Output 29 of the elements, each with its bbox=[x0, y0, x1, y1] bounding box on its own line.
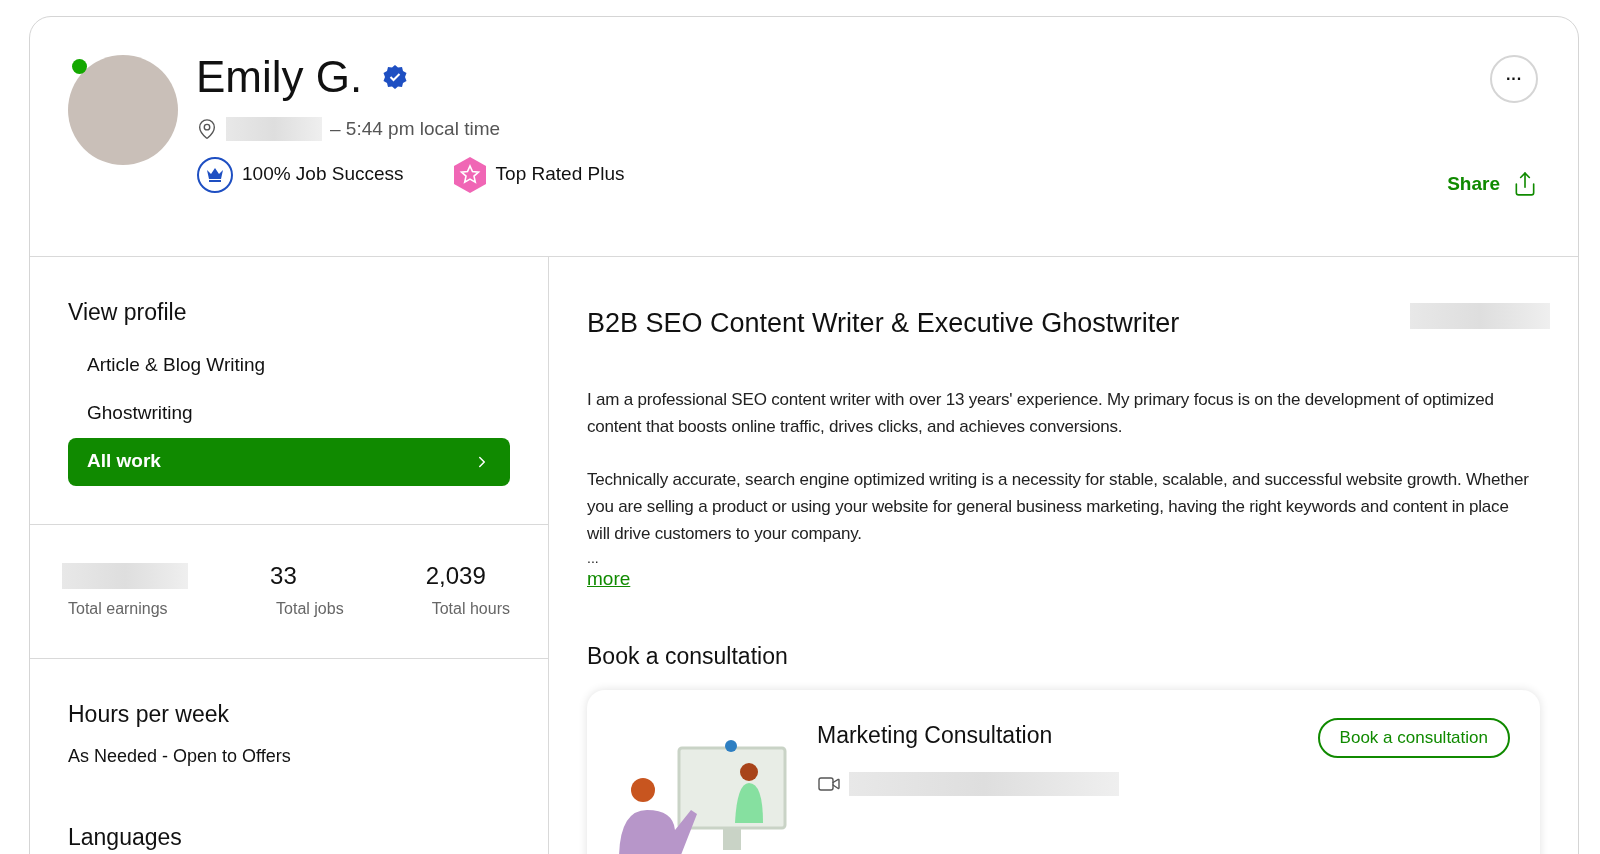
more-link[interactable]: more bbox=[587, 567, 631, 589]
badge-label: 100% Job Success bbox=[242, 162, 404, 187]
bio-paragraph: I am a professional SEO content writer with over 13 years' experience. My primary focus is on the development of optimized content that boosts online traffic, drives clicks, and achieves conversions. bbox=[587, 388, 1495, 438]
location-pin-icon bbox=[196, 118, 218, 141]
more-options-button[interactable]: ··· bbox=[1490, 55, 1538, 103]
book-consultation-button[interactable]: Book a consultation bbox=[1317, 717, 1510, 758]
stat-value: 33 bbox=[270, 562, 298, 589]
stat-value: 2,039 bbox=[425, 562, 487, 589]
profile-title: B2B SEO Content Writer & Executive Ghostwriter bbox=[587, 307, 1180, 340]
section-heading: Book a consultation bbox=[587, 642, 789, 671]
profile-name: Emily G. bbox=[196, 55, 363, 99]
share-button[interactable]: Share bbox=[1447, 169, 1538, 198]
stat-label: Total earnings bbox=[67, 598, 169, 619]
ellipsis-text: ... bbox=[587, 550, 600, 565]
sidebar-item[interactable]: Ghostwriting bbox=[68, 389, 510, 438]
bio-paragraph: Technically accurate, search engine optimized writing is a necessity for stable, scalable, and successful website growth. Whether you are selling a product or using your website for general business marketing, having the right keywords and content in place will drive customers to your company. bbox=[587, 468, 1530, 545]
consultation-title: Marketing Consultation bbox=[817, 720, 1054, 750]
sidebar-item[interactable]: Article & Blog Writing bbox=[68, 341, 510, 390]
section-heading: View profile bbox=[68, 298, 188, 327]
stat-label: Total hours bbox=[430, 598, 510, 619]
star-badge-icon bbox=[451, 155, 488, 194]
local-time: – 5:44 pm local time bbox=[330, 117, 501, 141]
section-heading: Languages bbox=[68, 823, 183, 852]
hours-value: As Needed - Open to Offers bbox=[68, 745, 292, 768]
section-heading: Hours per week bbox=[68, 699, 231, 729]
sidebar-item[interactable]: All work bbox=[68, 437, 510, 486]
stat-label: Total jobs bbox=[275, 598, 344, 619]
badge-label: Top Rated Plus bbox=[495, 162, 625, 187]
crown-icon bbox=[196, 155, 234, 194]
